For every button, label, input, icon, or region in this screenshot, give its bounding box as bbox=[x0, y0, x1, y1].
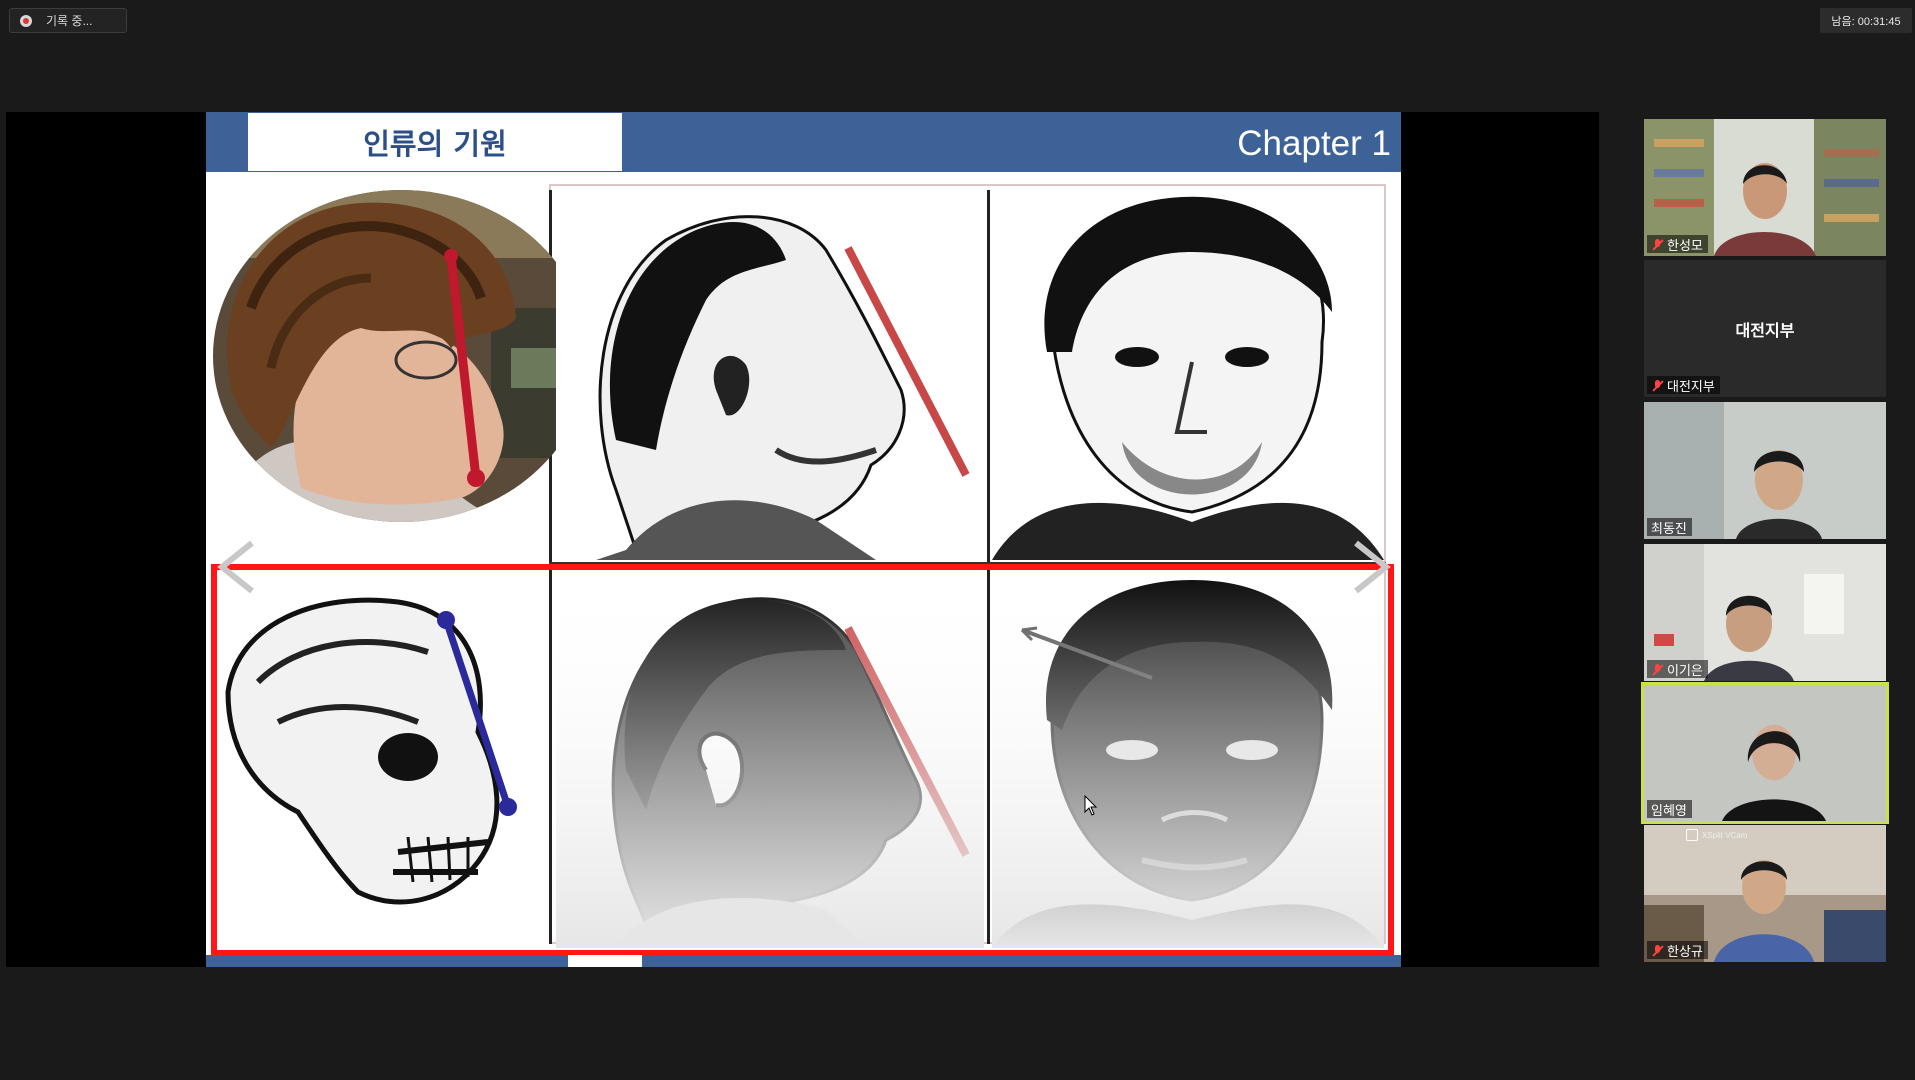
footer-logo bbox=[568, 955, 642, 967]
xsplit-icon bbox=[1686, 829, 1698, 841]
participant-tile-3[interactable]: 최동진 bbox=[1644, 402, 1886, 539]
mic-muted-icon bbox=[1651, 944, 1664, 957]
participant-name: 이기은 bbox=[1667, 662, 1703, 678]
participant-name-tag: 한상규 bbox=[1647, 941, 1708, 959]
profile-photo-modern bbox=[211, 188, 591, 524]
participant-tile-5-active-speaker[interactable]: 임혜영 bbox=[1641, 682, 1889, 824]
participant-tile-1[interactable]: 한성모 bbox=[1644, 119, 1886, 256]
vcam-watermark: XSplit VCam bbox=[1686, 829, 1747, 841]
participant-name-tag: 이기은 bbox=[1647, 660, 1708, 678]
recording-label: 기록 중... bbox=[46, 14, 93, 28]
participant-name-tag: 한성모 bbox=[1647, 235, 1708, 253]
slide-header: 인류의 기원 Chapter 1 bbox=[206, 112, 1401, 172]
mic-muted-icon bbox=[1651, 238, 1664, 251]
slide-footer bbox=[206, 955, 1401, 967]
shared-screen: 인류의 기원 Chapter 1 bbox=[6, 112, 1599, 967]
front-portrait-europe bbox=[992, 192, 1384, 560]
chapter-label: Chapter 1 bbox=[1237, 124, 1391, 163]
participant-name: 최동진 bbox=[1651, 520, 1687, 536]
profile-sketch-europe bbox=[556, 190, 984, 560]
participant-tile-2[interactable]: 대전지부 대전지부 bbox=[1644, 260, 1886, 397]
remaining-time: 남음: 00:31:45 bbox=[1820, 8, 1912, 33]
participant-name: 한성모 bbox=[1667, 237, 1703, 253]
mic-muted-icon bbox=[1651, 379, 1664, 392]
highlight-box bbox=[211, 564, 1394, 956]
slide-title: 인류의 기원 bbox=[248, 113, 622, 171]
participant-name-tag: 최동진 bbox=[1647, 518, 1692, 536]
previous-arrow-icon[interactable] bbox=[212, 537, 262, 597]
participant-name-tag: 임혜영 bbox=[1647, 800, 1692, 818]
recording-indicator[interactable]: 기록 중... bbox=[9, 8, 127, 33]
participant-name-tag: 대전지부 bbox=[1647, 376, 1720, 394]
participant-name: 임혜영 bbox=[1651, 802, 1687, 818]
mic-muted-icon bbox=[1651, 663, 1664, 676]
mouse-cursor-icon bbox=[1084, 795, 1098, 816]
presentation-slide: 인류의 기원 Chapter 1 bbox=[206, 112, 1401, 967]
vcam-label: XSplit VCam bbox=[1702, 830, 1748, 840]
next-arrow-icon[interactable] bbox=[1346, 537, 1396, 597]
participant-name: 대전지부 bbox=[1667, 378, 1715, 394]
participant-tile-4[interactable]: 이기은 bbox=[1644, 544, 1886, 681]
record-icon bbox=[20, 14, 32, 27]
participant-name: 한상규 bbox=[1667, 943, 1703, 959]
participant-tile-6[interactable]: XSplit VCam 한상규 bbox=[1644, 825, 1886, 962]
